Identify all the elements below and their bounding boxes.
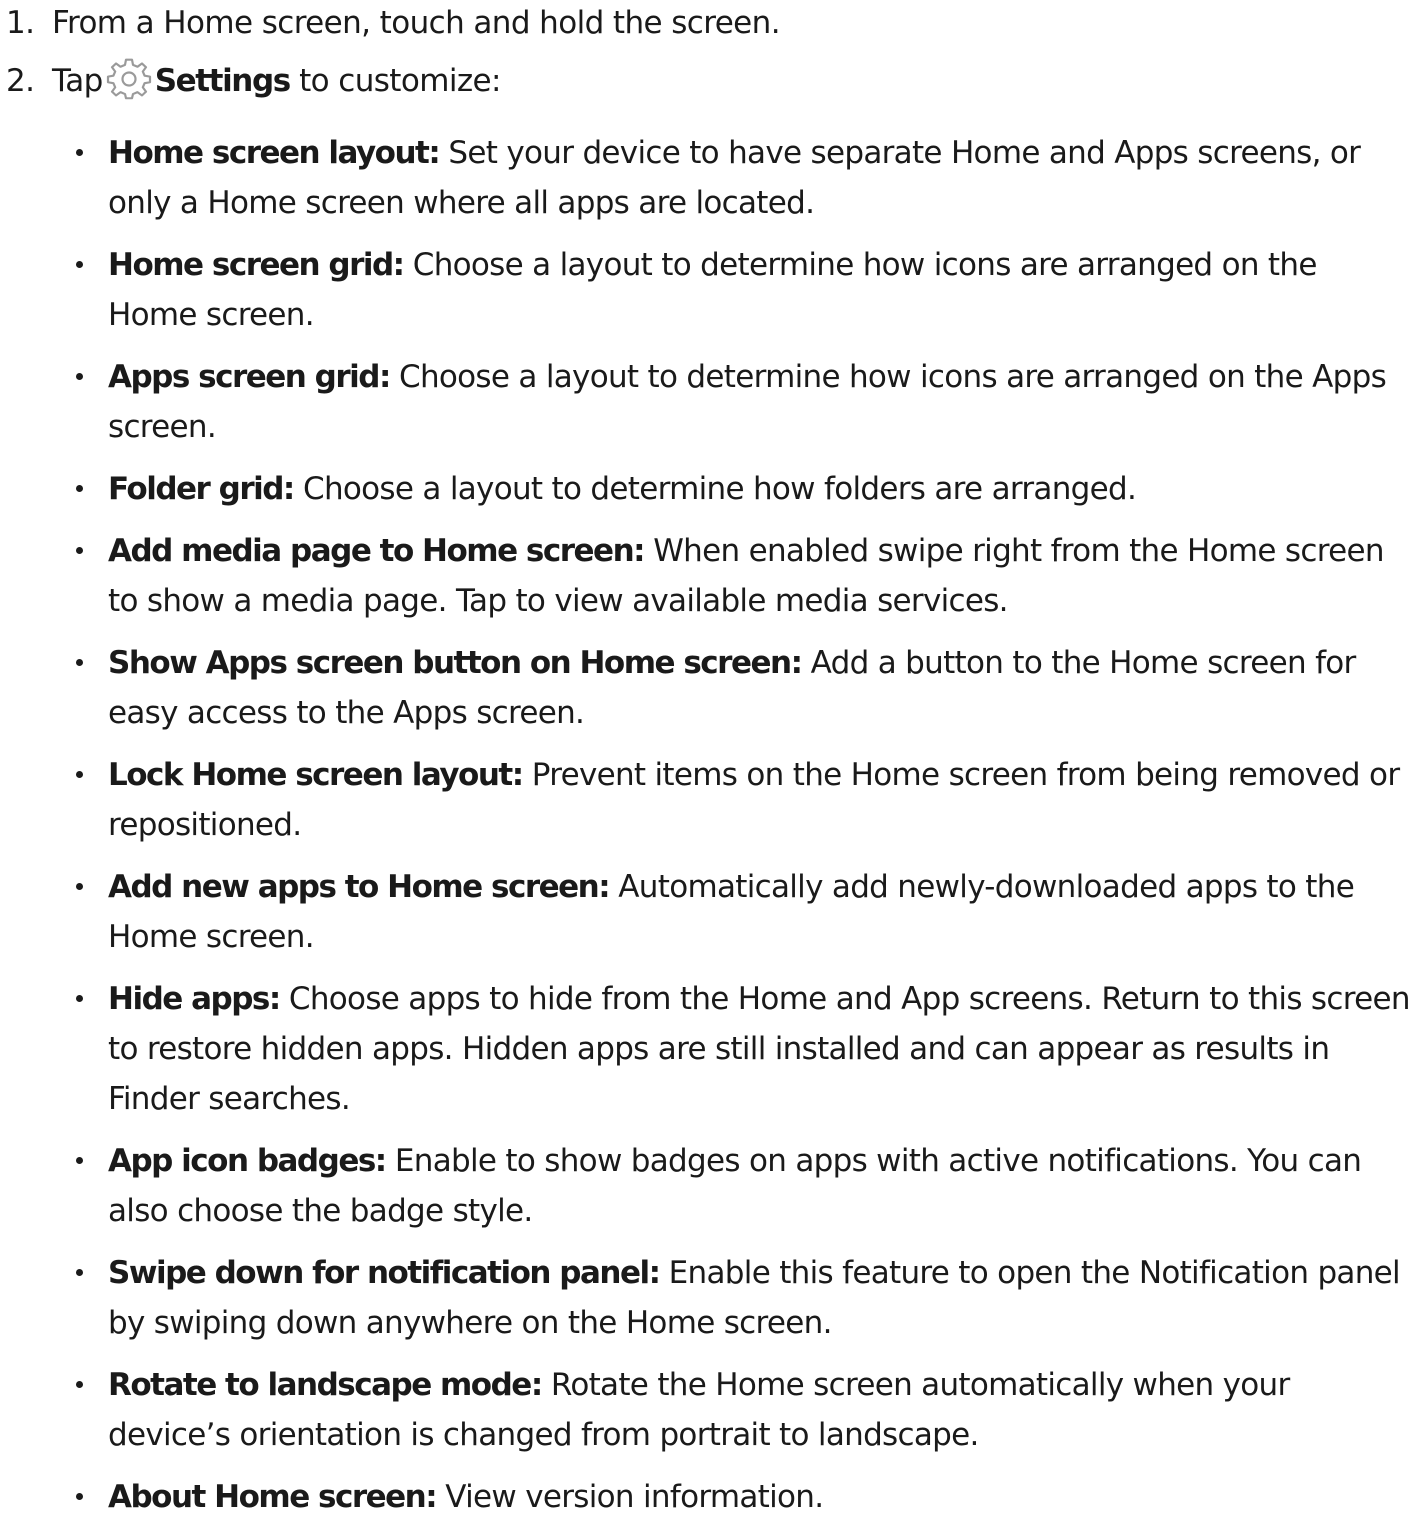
list-item: Add media page to Home screen: When enab… bbox=[0, 526, 1426, 626]
list-item: Lock Home screen layout: Prevent items o… bbox=[0, 750, 1426, 850]
option-term: Home screen layout: bbox=[108, 135, 441, 171]
step-number: 1. bbox=[6, 5, 35, 41]
bullet-icon bbox=[76, 883, 83, 890]
settings-gear-icon bbox=[105, 58, 153, 104]
settings-label: Settings bbox=[154, 63, 292, 99]
option-term: Rotate to landscape mode: bbox=[108, 1367, 543, 1403]
list-item: About Home screen: View version informat… bbox=[0, 1472, 1426, 1522]
list-item: App icon badges: Enable to show badges o… bbox=[0, 1136, 1426, 1236]
bullet-icon bbox=[76, 659, 83, 666]
option-term: Hide apps: bbox=[108, 981, 281, 1017]
step-number: 2. bbox=[6, 63, 35, 99]
bullet-icon bbox=[76, 995, 83, 1002]
bullet-icon bbox=[76, 547, 83, 554]
option-term: Folder grid: bbox=[108, 471, 295, 507]
step-1: 1. From a Home screen, touch and hold th… bbox=[0, 0, 1426, 46]
list-item: Show Apps screen button on Home screen: … bbox=[0, 638, 1426, 738]
option-term: About Home screen: bbox=[108, 1479, 438, 1515]
step-2: 2. Tap Settings to customize: bbox=[0, 58, 1426, 104]
option-description: Choose a layout to determine how folders… bbox=[293, 471, 1137, 507]
bullet-icon bbox=[76, 1493, 83, 1500]
option-term: Apps screen grid: bbox=[108, 359, 391, 395]
option-term: Show Apps screen button on Home screen: bbox=[108, 645, 803, 681]
bullet-icon bbox=[76, 373, 83, 380]
bullet-icon bbox=[76, 149, 83, 156]
option-term: Swipe down for notification panel: bbox=[108, 1255, 661, 1291]
step-text-suffix: to customize: bbox=[289, 63, 501, 99]
bullet-icon bbox=[76, 771, 83, 778]
bullet-icon bbox=[76, 1269, 83, 1276]
option-term: Add new apps to Home screen: bbox=[108, 869, 611, 905]
list-item: Apps screen grid: Choose a layout to det… bbox=[0, 352, 1426, 452]
settings-options-list: Home screen layout: Set your device to h… bbox=[0, 128, 1426, 1534]
list-item: Swipe down for notification panel: Enabl… bbox=[0, 1248, 1426, 1348]
list-item: Home screen grid: Choose a layout to det… bbox=[0, 240, 1426, 340]
bullet-icon bbox=[76, 485, 83, 492]
list-item: Rotate to landscape mode: Rotate the Hom… bbox=[0, 1360, 1426, 1460]
option-term: App icon badges: bbox=[108, 1143, 387, 1179]
step-text-prefix: Tap bbox=[52, 63, 103, 99]
list-item: Folder grid: Choose a layout to determin… bbox=[0, 464, 1426, 514]
option-term: Add media page to Home screen: bbox=[108, 533, 646, 569]
option-term: Lock Home screen layout: bbox=[108, 757, 524, 793]
instructions-document: 1. From a Home screen, touch and hold th… bbox=[0, 0, 1426, 1515]
step-text: From a Home screen, touch and hold the s… bbox=[52, 5, 781, 41]
option-description: View version information. bbox=[436, 1479, 824, 1515]
list-item: Hide apps: Choose apps to hide from the … bbox=[0, 974, 1426, 1124]
option-term: Home screen grid: bbox=[108, 247, 405, 283]
list-item: Add new apps to Home screen: Automatical… bbox=[0, 862, 1426, 962]
bullet-icon bbox=[76, 1157, 83, 1164]
bullet-icon bbox=[76, 1381, 83, 1388]
list-item: Home screen layout: Set your device to h… bbox=[0, 128, 1426, 228]
step-text: Tap Settings to customize: bbox=[52, 58, 501, 104]
bullet-icon bbox=[76, 261, 83, 268]
option-description: Choose apps to hide from the Home and Ap… bbox=[108, 981, 1410, 1117]
